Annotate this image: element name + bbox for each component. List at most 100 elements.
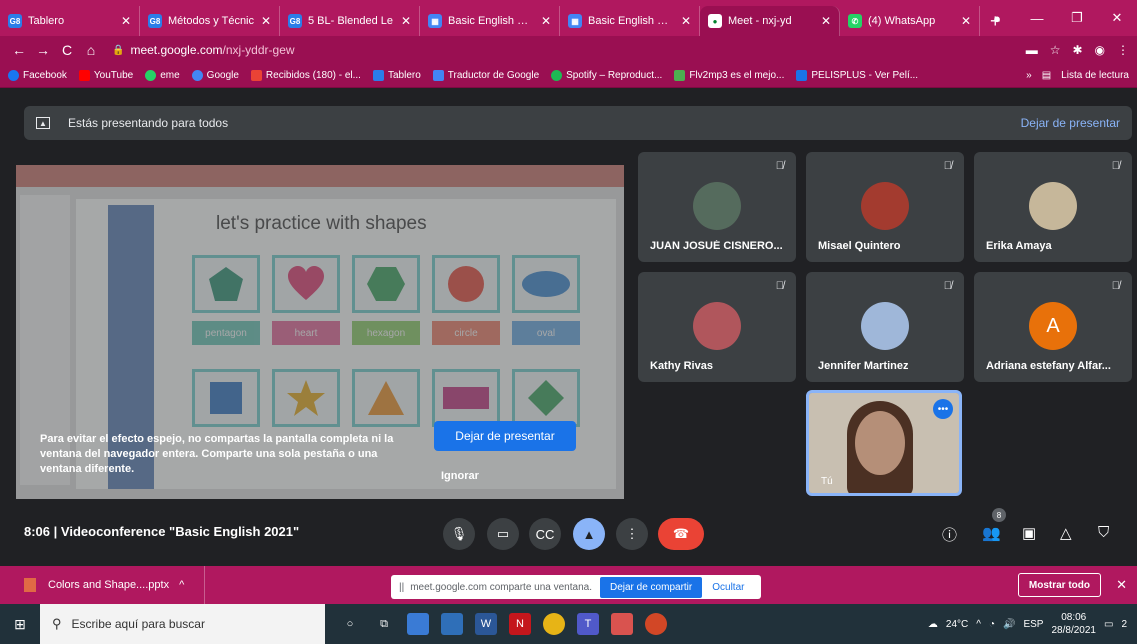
info-icon[interactable]: ⓘ — [942, 524, 957, 545]
stop-sharing-button[interactable]: Dejar de compartir — [599, 576, 703, 598]
meeting-info: 8:06 | Videoconference "Basic English 20… — [24, 524, 299, 539]
drag-handle-icon[interactable]: || — [399, 582, 404, 593]
bookmark-flv2mp3[interactable]: Flv2mp3 es el mejo... — [674, 70, 784, 81]
avatar — [693, 182, 741, 230]
url-field[interactable]: 🔒 meet.google.com/nxj-yddr-gew — [112, 43, 295, 57]
bookmark-spotify[interactable]: Spotify – Reproduct... — [551, 70, 662, 81]
extensions-icon[interactable]: ✱ — [1072, 43, 1082, 57]
people-icon[interactable]: 👥 — [982, 524, 1001, 542]
mic-button[interactable]: 🎙 — [443, 518, 475, 550]
self-video-tile[interactable]: ••• Tú — [806, 390, 962, 496]
star-icon[interactable]: ☆ — [1050, 43, 1061, 57]
reading-list-button[interactable]: Lista de lectura — [1061, 70, 1129, 81]
notifications-icon[interactable]: ▭ — [1104, 619, 1113, 630]
menu-icon[interactable]: ⋮ — [1117, 43, 1129, 57]
captions-button[interactable]: CC — [529, 518, 561, 550]
tab-tablero[interactable]: G8 Tablero ✕ — [0, 6, 140, 36]
participant-tile[interactable]: 🎙̸ Kathy Rivas — [638, 272, 796, 382]
participant-tile[interactable]: 🎙̸ Jennifer Martinez — [806, 272, 964, 382]
participant-tile[interactable]: 🎙̸ Erika Amaya — [974, 152, 1132, 262]
lock-icon: 🔒 — [112, 44, 125, 56]
store-icon[interactable] — [441, 613, 463, 635]
participant-tile[interactable]: 🎙̸ A Adriana estefany Alfar... — [974, 272, 1132, 382]
more-button[interactable]: ⋮ — [616, 518, 648, 550]
close-tab-icon[interactable]: ✕ — [121, 14, 131, 28]
chevron-up-icon[interactable]: ^ — [976, 619, 981, 630]
hide-button[interactable]: Ocultar — [712, 582, 744, 593]
bookmark-pelisplus[interactable]: PELISPLUS - Ver Pelí... — [796, 70, 918, 81]
cortana-icon[interactable]: ○ — [339, 613, 361, 635]
bookmark-facebook[interactable]: Facebook — [8, 70, 67, 81]
network-icon[interactable]: ◔ — [989, 619, 995, 630]
close-tab-icon[interactable]: ✕ — [681, 14, 691, 28]
mic-off-icon: 🎙̸ — [1111, 160, 1120, 172]
bookmark-gmail[interactable]: Recibidos (180) - el... — [250, 70, 361, 81]
home-icon[interactable]: ⌂ — [80, 42, 102, 58]
chrome-icon[interactable] — [543, 613, 565, 635]
windows-taskbar: ⊞ ⚲ Escribe aquí para buscar ○ ⧉ W N T ☁… — [0, 604, 1137, 644]
camera-button[interactable]: ▭ — [487, 518, 519, 550]
profile-icon[interactable]: ● — [977, 11, 1017, 26]
volume-icon[interactable]: 🔊 — [1003, 619, 1015, 630]
chat-icon[interactable]: ▣ — [1022, 524, 1036, 542]
close-window-icon[interactable]: ✕ — [1097, 10, 1137, 26]
show-all-button[interactable]: Mostrar todo — [1017, 573, 1101, 597]
more-options-icon[interactable]: ••• — [933, 399, 953, 419]
ignore-button[interactable]: Ignorar — [441, 470, 479, 482]
tab-blended[interactable]: G8 5 BL- Blended Le ✕ — [280, 6, 420, 36]
activities-icon[interactable]: △ — [1060, 524, 1072, 542]
tab-meet[interactable]: ● Meet - nxj-yd ✕ — [700, 6, 840, 36]
close-tab-icon[interactable]: ✕ — [261, 14, 271, 28]
bookmark-google[interactable]: Google — [191, 70, 239, 81]
windows-start-icon[interactable]: ⊞ — [0, 616, 40, 633]
stop-presenting-button[interactable]: Dejar de presentar — [434, 421, 576, 451]
netflix-icon[interactable]: N — [509, 613, 531, 635]
mic-off-icon: 🎙̸ — [775, 280, 784, 292]
address-bar: ← → C ⌂ 🔒 meet.google.com/nxj-yddr-gew ▬… — [0, 36, 1137, 64]
chevron-up-icon[interactable]: ^ — [179, 579, 184, 591]
more-bookmarks-button[interactable]: » — [1026, 70, 1032, 81]
office-icon[interactable] — [611, 613, 633, 635]
reload-icon[interactable]: C — [56, 42, 78, 58]
maximize-icon[interactable]: ❐ — [1057, 10, 1097, 26]
task-view-icon[interactable]: ⧉ — [373, 613, 395, 635]
forward-icon[interactable]: → — [32, 42, 54, 58]
language-indicator[interactable]: ESP — [1023, 619, 1043, 630]
tab-whatsapp[interactable]: ✆ (4) WhatsApp ✕ — [840, 6, 980, 36]
powerpoint-icon[interactable] — [645, 613, 667, 635]
weather-icon: ☁ — [927, 618, 938, 630]
teams-icon[interactable]: T — [577, 613, 599, 635]
bookmark-youtube[interactable]: YouTube — [78, 70, 133, 81]
bookmark-icon — [250, 70, 262, 81]
close-tab-icon[interactable]: ✕ — [961, 14, 971, 28]
tab-basic-english-2[interactable]: ▦ Basic English Clas ✕ — [560, 6, 700, 36]
participant-tile[interactable]: 🎙̸ JUAN JOSUÉ CISNERO... — [638, 152, 796, 262]
present-button[interactable]: ▲ — [573, 518, 605, 550]
favicon-icon: G8 — [148, 14, 162, 28]
bookmark-icon — [191, 70, 203, 81]
close-tab-icon[interactable]: ✕ — [401, 14, 411, 28]
cast-icon[interactable]: ▬ — [1026, 43, 1038, 57]
bookmark-tablero[interactable]: Tablero — [372, 70, 421, 81]
close-tab-icon[interactable]: ✕ — [821, 14, 831, 28]
taskbar-search[interactable]: ⚲ Escribe aquí para buscar — [40, 604, 325, 644]
taskbar-clock[interactable]: 08:06 28/8/2021 — [1051, 611, 1096, 637]
tab-metodos[interactable]: G8 Métodos y Técnic ✕ — [140, 6, 280, 36]
close-tab-icon[interactable]: ✕ — [541, 14, 551, 28]
close-downloads-icon[interactable]: ✕ — [1116, 577, 1127, 593]
minimize-icon[interactable]: — — [1017, 11, 1057, 26]
back-icon[interactable]: ← — [8, 42, 30, 58]
tab-basic-english-1[interactable]: ▦ Basic English Clas ✕ — [420, 6, 560, 36]
participant-tile[interactable]: 🎙̸ Misael Quintero — [806, 152, 964, 262]
host-controls-icon[interactable]: ⛉ — [1098, 524, 1109, 541]
file-explorer-icon[interactable] — [407, 613, 429, 635]
avatar[interactable]: ◉ — [1095, 43, 1105, 57]
bookmark-eme[interactable]: eme — [145, 70, 180, 81]
word-icon[interactable]: W — [475, 613, 497, 635]
stop-presenting-link[interactable]: Dejar de presentar — [1021, 116, 1120, 130]
bookmark-translate[interactable]: Traductor de Google — [432, 70, 539, 81]
download-item[interactable]: Colors and Shape....pptx ^ — [0, 566, 205, 604]
end-call-button[interactable]: ☎ — [658, 518, 704, 550]
avatar — [693, 302, 741, 350]
downloads-bar: Colors and Shape....pptx ^ || meet.googl… — [0, 566, 1137, 604]
